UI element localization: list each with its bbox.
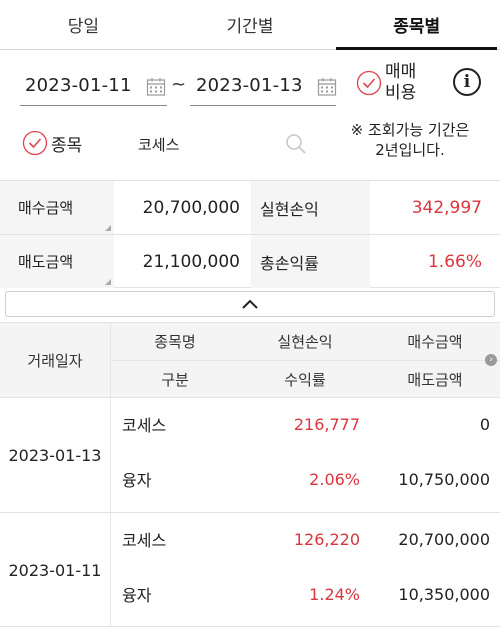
tab-period[interactable]: 기간별 bbox=[167, 0, 334, 49]
scroll-right-icon[interactable]: › bbox=[485, 354, 497, 366]
stock-filter-row: 종목 코세스 ※ 조회가능 기간은 2년입니다. bbox=[0, 118, 500, 178]
trade-table: 거래일자 종목명 실현손익 매수금액 구분 수익률 매도금액 › 2023-01… bbox=[0, 322, 500, 627]
row-category: 융자 bbox=[122, 471, 152, 490]
calendar-icon[interactable] bbox=[317, 77, 337, 97]
row-category: 융자 bbox=[122, 586, 152, 605]
buy-amount-value: 20,700,000 bbox=[142, 197, 240, 218]
date-range-row: 2023-01-11 ~ 2023-01-13 매매 비용 i bbox=[0, 52, 500, 118]
table-header: 거래일자 종목명 실현손익 매수금액 구분 수익률 매도금액 › bbox=[0, 322, 500, 397]
header-realized-pl: 실현손익 bbox=[277, 333, 333, 351]
stock-checkbox[interactable]: 종목 bbox=[22, 130, 82, 156]
collapse-summary-button[interactable] bbox=[5, 291, 495, 317]
trading-fee-label-line1: 매매 bbox=[385, 62, 417, 82]
date-separator: ~ bbox=[171, 74, 187, 95]
tab-bar: 당일 기간별 종목별 bbox=[0, 0, 500, 50]
start-date-value: 2023-01-11 bbox=[25, 75, 132, 96]
trading-fee-checkbox[interactable]: 매매 비용 bbox=[356, 62, 416, 104]
row-stock-name: 코세스 bbox=[122, 531, 167, 550]
row-realized-pl: 216,777 bbox=[293, 414, 360, 434]
sell-amount-value: 21,100,000 bbox=[142, 251, 240, 272]
row-divider bbox=[110, 398, 111, 512]
buy-amount-label: 매수금액 bbox=[0, 181, 114, 234]
total-return-label: 총손익률 bbox=[251, 235, 370, 288]
table-row[interactable]: 2023-01-13 코세스 216,777 0 융자 2.06% 10,750… bbox=[0, 397, 500, 512]
header-stock-name: 종목명 bbox=[154, 333, 196, 351]
chevron-up-icon bbox=[242, 299, 258, 309]
total-return-value: 1.66% bbox=[427, 251, 482, 272]
stock-name-input[interactable]: 코세스 bbox=[138, 134, 179, 155]
info-icon[interactable]: i bbox=[453, 68, 481, 96]
row-trade-date: 2023-01-11 bbox=[8, 560, 102, 580]
row-buy-amount: 0 bbox=[479, 414, 490, 434]
stock-checkbox-label: 종목 bbox=[51, 135, 83, 156]
period-notice-line1: ※ 조회가능 기간은 bbox=[350, 121, 470, 139]
calendar-icon[interactable] bbox=[146, 77, 166, 97]
period-notice-line2: 2년입니다. bbox=[375, 141, 445, 159]
header-return-rate: 수익률 bbox=[284, 371, 326, 389]
start-date-field[interactable]: 2023-01-11 bbox=[20, 66, 167, 106]
summary-row: 매수금액 20,700,000 실현손익 342,997 bbox=[0, 180, 500, 234]
header-trade-date: 거래일자 bbox=[27, 352, 83, 370]
trading-fee-label-line2: 비용 bbox=[385, 83, 417, 103]
realized-pl-label: 실현손익 bbox=[251, 181, 370, 234]
row-realized-pl: 126,220 bbox=[293, 529, 360, 549]
realized-pl-value: 342,997 bbox=[411, 197, 482, 218]
search-icon[interactable] bbox=[284, 132, 308, 156]
row-sell-amount: 10,750,000 bbox=[398, 469, 490, 489]
row-return-rate: 2.06% bbox=[309, 469, 360, 489]
check-circle-icon bbox=[22, 130, 48, 156]
row-sell-amount: 10,350,000 bbox=[398, 584, 490, 604]
tab-today[interactable]: 당일 bbox=[0, 0, 167, 49]
summary-row: 매도금액 21,100,000 총손익률 1.66% bbox=[0, 234, 500, 288]
table-row[interactable]: 2023-01-11 코세스 126,220 20,700,000 융자 1.2… bbox=[0, 512, 500, 627]
period-notice: ※ 조회가능 기간은 2년입니다. bbox=[330, 120, 490, 160]
header-category: 구분 bbox=[161, 371, 189, 389]
row-return-rate: 1.24% bbox=[309, 584, 360, 604]
header-sell-amount: 매도금액 bbox=[407, 371, 463, 389]
tab-by-stock[interactable]: 종목별 bbox=[333, 0, 500, 50]
check-circle-icon bbox=[356, 70, 382, 96]
row-trade-date: 2023-01-13 bbox=[8, 445, 102, 465]
summary-panel: 매수금액 20,700,000 실현손익 342,997 매도금액 21,100… bbox=[0, 180, 500, 288]
header-buy-amount: 매수금액 bbox=[407, 333, 463, 351]
row-divider bbox=[110, 513, 111, 626]
sell-amount-label: 매도금액 bbox=[0, 235, 114, 288]
end-date-value: 2023-01-13 bbox=[196, 75, 303, 96]
trading-fee-label: 매매 비용 bbox=[385, 62, 416, 104]
row-buy-amount: 20,700,000 bbox=[398, 529, 490, 549]
row-stock-name: 코세스 bbox=[122, 416, 167, 435]
end-date-field[interactable]: 2023-01-13 bbox=[190, 66, 336, 106]
